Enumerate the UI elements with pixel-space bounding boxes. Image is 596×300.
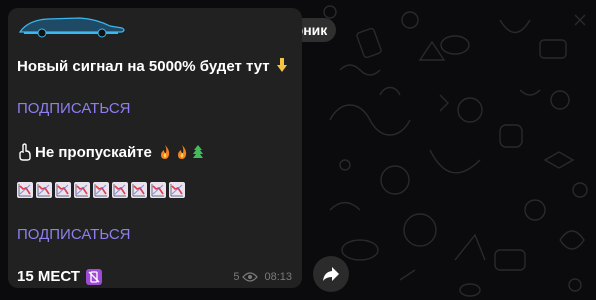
pointing-up-hand-icon	[17, 143, 33, 161]
signal-text-line: Новый сигнал на 5000% будет тут	[17, 57, 290, 75]
chart-decreasing-icon	[150, 182, 166, 198]
chart-decreasing-icon	[17, 182, 33, 198]
fire-icon	[175, 144, 189, 160]
eye-icon	[242, 272, 259, 282]
fire-icon	[158, 144, 172, 160]
chart-decreasing-icon	[55, 182, 71, 198]
view-count: 5	[233, 271, 240, 283]
chart-emoji-row	[17, 182, 185, 198]
subscribe-link-1[interactable]: ПОДПИСАТЬСЯ	[17, 100, 131, 117]
forward-button[interactable]	[313, 256, 349, 292]
pointing-down-hand-icon	[274, 57, 290, 73]
chart-decreasing-icon	[74, 182, 90, 198]
tree-icon	[192, 144, 204, 160]
chart-decreasing-icon	[36, 182, 52, 198]
subscribe-link-2[interactable]: ПОДПИСАТЬСЯ	[17, 226, 131, 243]
chart-decreasing-icon	[131, 182, 147, 198]
places-line: 15 МЕСТ	[17, 268, 102, 285]
dont-miss-text: Не пропускайте	[35, 143, 152, 161]
places-text: 15 МЕСТ	[17, 268, 80, 285]
chart-decreasing-icon	[169, 182, 185, 198]
share-arrow-icon	[322, 266, 340, 282]
message-bubble: Новый сигнал на 5000% будет тут ПОДПИСАТ…	[8, 8, 302, 288]
no-mobile-phones-icon	[85, 268, 102, 285]
dont-miss-line: Не пропускайте	[17, 143, 204, 161]
signal-text: Новый сигнал на 5000% будет тут	[17, 58, 270, 75]
message-meta: 5 08:13	[233, 271, 292, 283]
chart-decreasing-icon	[93, 182, 109, 198]
chart-decreasing-icon	[112, 182, 128, 198]
car-logo-image	[18, 17, 125, 38]
message-time: 08:13	[264, 271, 292, 283]
